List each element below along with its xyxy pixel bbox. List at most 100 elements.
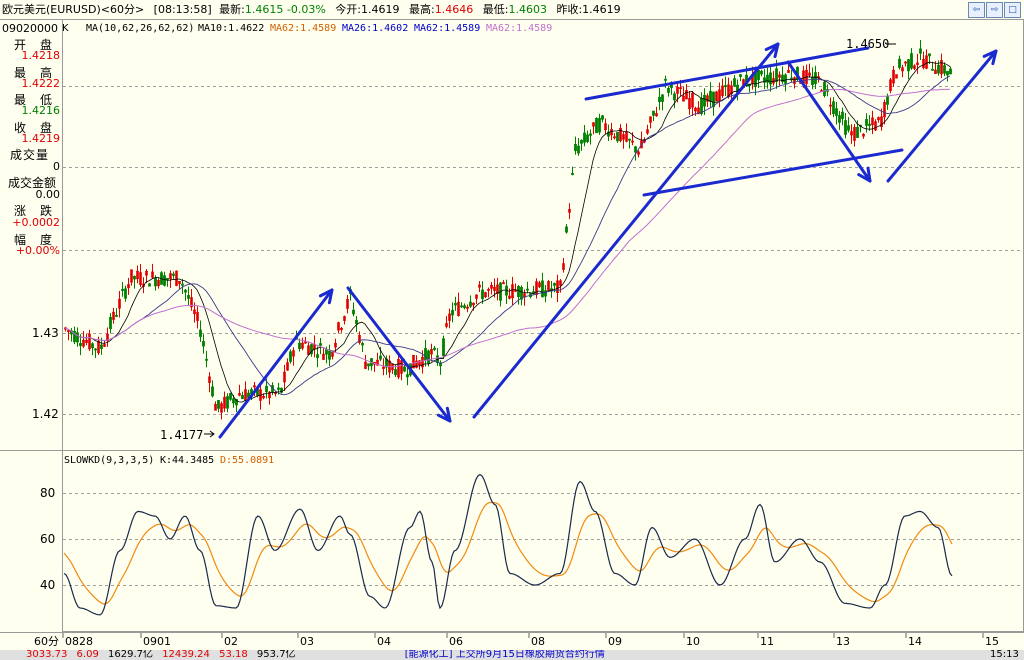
candle-body (628, 138, 631, 141)
candle-body (943, 65, 946, 74)
candle-body (133, 275, 136, 280)
candle-body (661, 94, 664, 102)
candle-body (868, 123, 871, 126)
candle-body (907, 59, 910, 72)
kd-lines (63, 473, 953, 616)
index-amount-1: 1629.7亿 (108, 650, 153, 660)
candle-body (823, 81, 826, 96)
period-label: 60分 (34, 635, 59, 648)
index-change-2: 53.18 (219, 650, 248, 660)
kline-chart[interactable]: 1.43 1.42 80 60 40 60分 0828 0901 02 03 04 06 08 09 10 1… (0, 0, 1024, 650)
news-ticker[interactable]: [能源化工] 上交所9月15日橡胶期货合约行情 (405, 650, 605, 660)
candle-body (199, 329, 202, 337)
candle-body (544, 290, 547, 297)
candle-body (709, 90, 712, 102)
x-axis-label: 0901 (143, 635, 171, 648)
kd-legend-item: K:44.3485 (160, 455, 214, 466)
candle-body (91, 343, 94, 348)
candle-body (784, 74, 787, 84)
index-value-2: 12439.24 (162, 650, 210, 660)
candle-body (229, 393, 232, 400)
candle-body (442, 338, 445, 357)
candle-body (667, 88, 670, 93)
x-axis-label: 04 (377, 635, 391, 648)
candles (64, 40, 952, 420)
candle-body (517, 286, 520, 298)
candle-body (847, 125, 850, 131)
candle-body (589, 133, 592, 136)
grid-lines (0, 19, 1024, 638)
x-axis-label: 10 (686, 635, 700, 648)
ma-legend-item: MA62:1.4589 (486, 23, 552, 34)
candle-body (289, 351, 292, 362)
x-axis-label: 13 (836, 635, 850, 648)
candle-body (100, 344, 103, 349)
x-axis-label: 15 (985, 635, 999, 648)
candle-body (148, 283, 151, 287)
candle-body (325, 349, 328, 355)
kd-legend-item: SLOWKD(9,3,3,5) (64, 455, 154, 466)
candle-body (541, 280, 544, 298)
candle-body (94, 348, 97, 351)
candle-body (598, 117, 601, 133)
candle-body (664, 78, 667, 81)
candle-body (724, 85, 727, 88)
candle-body (355, 320, 358, 325)
candle-body (571, 173, 574, 175)
candle-body (265, 385, 268, 393)
candle-body (844, 120, 847, 135)
candle-body (424, 348, 427, 361)
candle-body (832, 101, 835, 114)
candle-body (733, 78, 736, 87)
candle-body (463, 305, 466, 309)
index-change-1: 6.09 (76, 650, 99, 660)
candle-body (937, 64, 940, 74)
candle-body (700, 98, 703, 115)
candle-body (109, 316, 112, 329)
x-axis-label: 03 (300, 635, 314, 648)
candle-body (184, 289, 187, 293)
candle-body (166, 277, 169, 280)
candle-body (361, 342, 364, 346)
candle-body (76, 332, 79, 343)
candle-body (427, 350, 430, 364)
x-axis-label: 0828 (65, 635, 93, 648)
candle-body (586, 134, 589, 142)
ma10-line (64, 61, 951, 403)
candle-body (616, 131, 619, 142)
candle-body (451, 309, 454, 316)
x-axis-label: 14 (908, 635, 922, 648)
candle-body (553, 283, 556, 286)
candle-body (811, 76, 814, 86)
candle-body (352, 309, 355, 315)
candle-body (460, 305, 463, 308)
kd-tick-label: 80 (40, 486, 55, 500)
candle-body (211, 386, 214, 397)
bar-date-suffix: K (62, 23, 69, 34)
candle-body (433, 347, 436, 350)
candle-body (202, 341, 205, 347)
candle-body (394, 369, 397, 376)
status-time: 15:13 (990, 650, 1019, 660)
candle-body (757, 70, 760, 81)
x-axis-label: 06 (449, 635, 463, 648)
candle-body (865, 119, 868, 126)
price-tick-label: 1.43 (32, 326, 59, 340)
index-amount-2: 953.7亿 (256, 650, 296, 660)
candle-body (526, 288, 529, 291)
ma-legend-item: MA(10,62,26,62,62) (86, 23, 194, 34)
candle-body (673, 93, 676, 101)
candle-body (439, 362, 442, 367)
moving-averages (64, 61, 951, 403)
candle-body (838, 115, 841, 123)
candle-body (406, 374, 409, 378)
candle-body (121, 288, 124, 291)
candle-body (454, 303, 457, 306)
candle-body (574, 143, 577, 152)
candle-body (919, 48, 922, 54)
candle-body (277, 387, 280, 390)
candle-body (577, 145, 580, 154)
trend-arrows (218, 42, 998, 439)
candle-body (886, 95, 889, 105)
x-axis-label: 02 (224, 635, 238, 648)
